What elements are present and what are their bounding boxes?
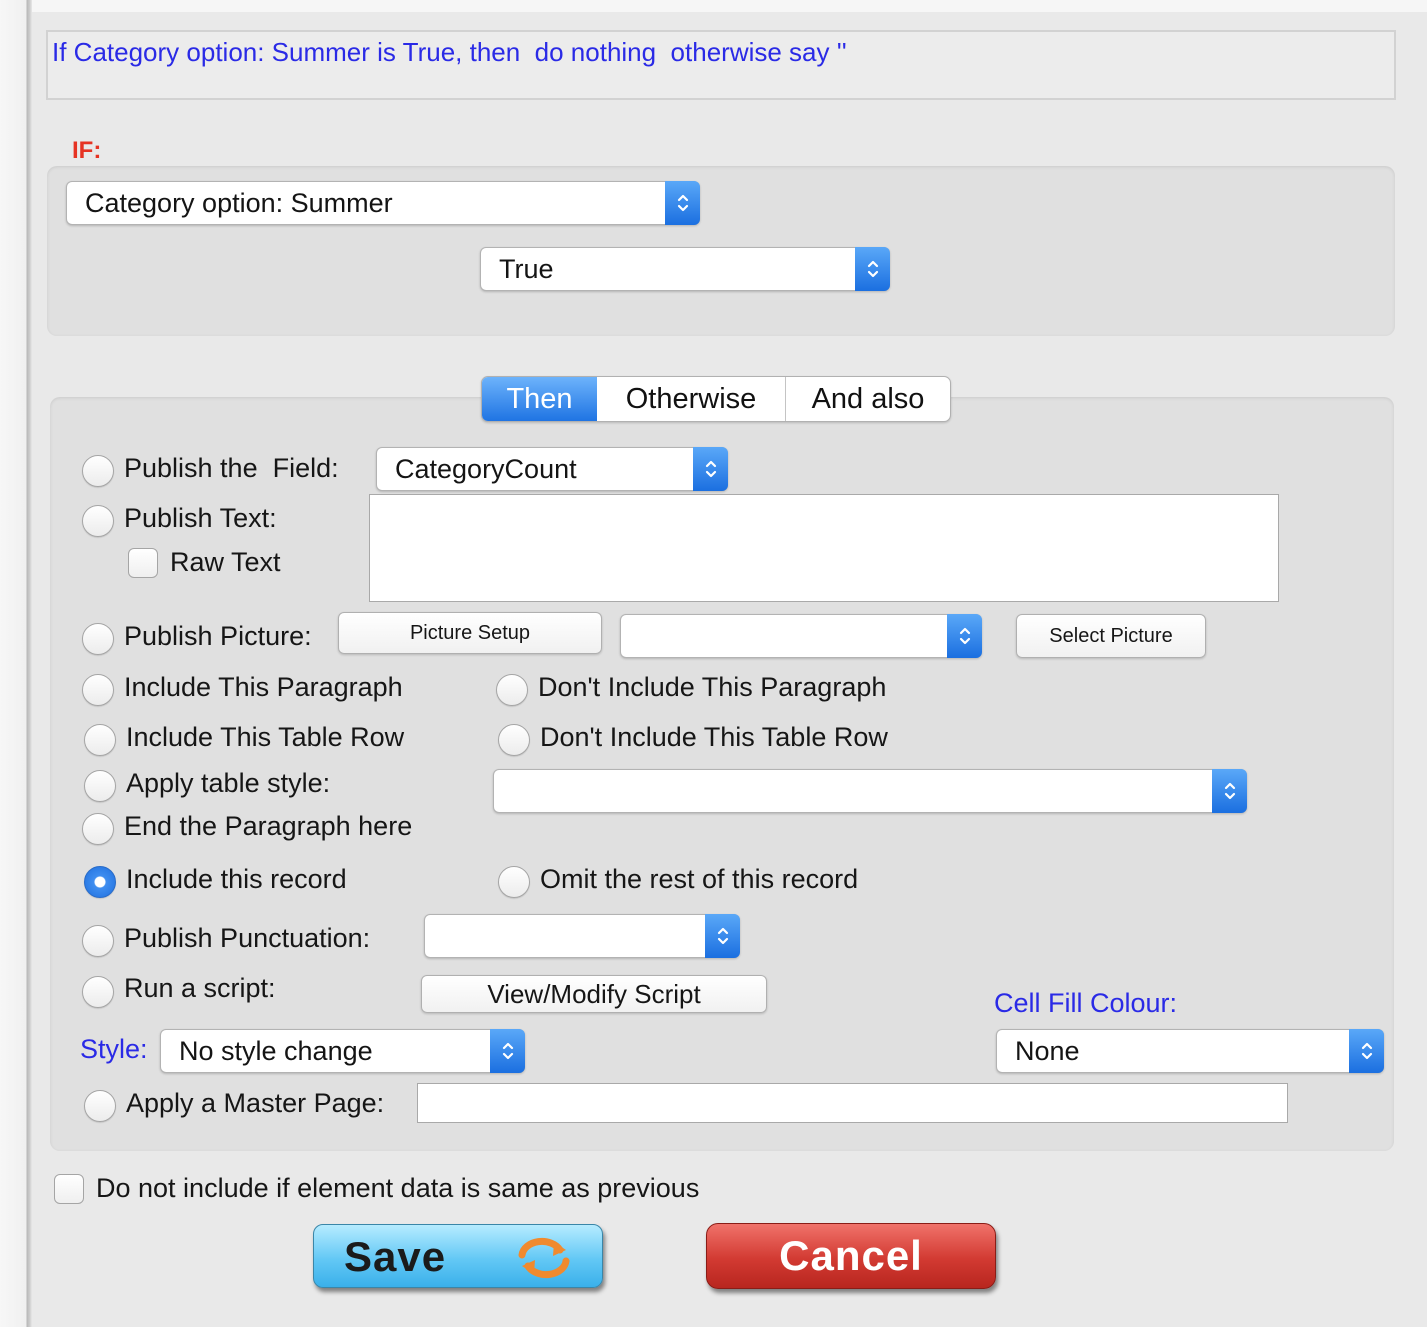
picture-setup-button[interactable]: Picture Setup [338,612,602,654]
punctuation-select[interactable] [424,914,740,958]
updown-chevron-icon [490,1029,525,1073]
table-style-select[interactable] [493,769,1247,813]
raw-text-label: Raw Text [170,547,281,577]
dont-include-table-row-radio[interactable] [498,724,530,756]
updown-chevron-icon [947,614,982,658]
no-repeat-checkbox[interactable] [54,1174,84,1204]
window-top-border [32,0,1427,12]
dont-include-paragraph-label: Don't Include This Paragraph [538,672,887,702]
condition-value-select[interactable]: True [480,247,890,291]
if-label: IF: [72,137,102,164]
publish-text-label: Publish Text: [124,503,277,533]
raw-text-checkbox[interactable] [128,548,158,578]
updown-chevron-icon [665,181,700,225]
include-paragraph-label: Include This Paragraph [124,672,403,702]
publish-text-radio[interactable] [82,505,114,537]
apply-table-style-radio[interactable] [84,770,116,802]
picture-select[interactable] [620,614,982,658]
cell-fill-label: Cell Fill Colour: [994,988,1178,1018]
updown-chevron-icon [693,447,728,491]
style-value: No style change [179,1035,373,1066]
publish-field-select[interactable]: CategoryCount [376,447,728,491]
apply-table-style-label: Apply table style: [126,768,331,798]
cancel-label: Cancel [779,1232,923,1279]
omit-record-radio[interactable] [498,866,530,898]
cell-fill-select[interactable]: None [996,1029,1384,1073]
dont-include-table-row-label: Don't Include This Table Row [540,722,888,752]
summary-box: If Category option: Summer is True, then… [46,30,1396,100]
publish-text-input[interactable] [369,494,1279,602]
select-picture-button[interactable]: Select Picture [1016,614,1206,658]
master-page-input[interactable] [417,1083,1288,1123]
publish-field-radio[interactable] [82,455,114,487]
refresh-arrows-icon [518,1237,570,1279]
cell-fill-value: None [1015,1035,1080,1066]
tab-bar: Then Otherwise And also [481,376,951,422]
no-repeat-label: Do not include if element data is same a… [96,1173,700,1203]
updown-chevron-icon [1349,1029,1384,1073]
save-button[interactable]: Save [313,1224,603,1288]
include-record-label: Include this record [126,864,347,894]
updown-chevron-icon [855,247,890,291]
include-table-row-label: Include This Table Row [126,722,405,752]
view-modify-script-button[interactable]: View/Modify Script [421,975,767,1013]
condition-field-value: Category option: Summer [85,187,393,218]
omit-record-label: Omit the rest of this record [540,864,859,894]
include-record-radio[interactable] [84,866,116,898]
condition-value-value: True [499,253,554,284]
run-script-radio[interactable] [82,976,114,1008]
tab-then[interactable]: Then [482,377,597,421]
updown-chevron-icon [705,914,740,958]
master-page-radio[interactable] [84,1090,116,1122]
publish-punctuation-label: Publish Punctuation: [124,923,371,953]
tab-and-also[interactable]: And also [786,377,950,421]
publish-field-label: Publish the Field: [124,453,339,483]
master-page-label: Apply a Master Page: [126,1088,385,1118]
style-select[interactable]: No style change [160,1029,525,1073]
tab-otherwise[interactable]: Otherwise [597,377,786,421]
summary-text: If Category option: Summer is True, then… [52,37,847,67]
updown-chevron-icon [1212,769,1247,813]
style-label: Style: [80,1034,148,1064]
condition-field-select[interactable]: Category option: Summer [66,181,700,225]
save-label: Save [344,1233,447,1280]
include-paragraph-radio[interactable] [82,674,114,706]
window-left-border [0,0,32,1327]
cancel-button[interactable]: Cancel [706,1223,996,1289]
include-table-row-radio[interactable] [84,724,116,756]
end-paragraph-radio[interactable] [82,813,114,845]
dont-include-paragraph-radio[interactable] [496,674,528,706]
publish-field-value: CategoryCount [395,453,577,484]
publish-picture-label: Publish Picture: [124,621,312,651]
conditional-dialog: If Category option: Summer is True, then… [0,0,1427,1327]
run-script-label: Run a script: [124,973,276,1003]
end-paragraph-label: End the Paragraph here [124,811,413,841]
publish-picture-radio[interactable] [82,623,114,655]
publish-punctuation-radio[interactable] [82,925,114,957]
